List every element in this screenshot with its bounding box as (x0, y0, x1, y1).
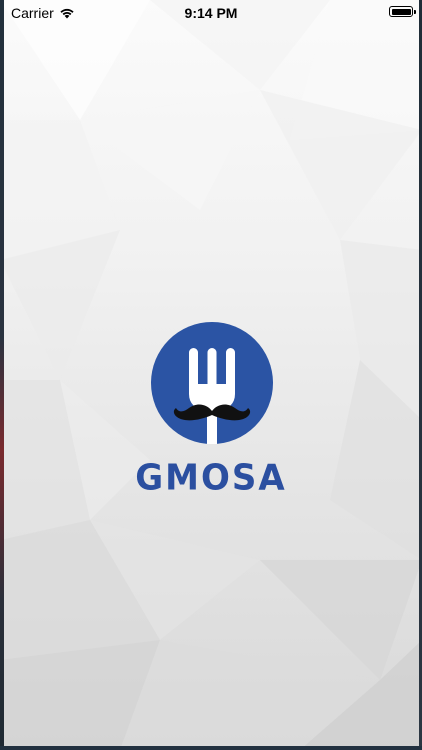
frame-edge-bottom (0, 746, 422, 750)
battery-level-fill (391, 8, 411, 15)
brand-name: GMOSA (135, 457, 287, 499)
fork-mustache-logo-icon (151, 322, 273, 444)
frame-edge-left (0, 0, 4, 750)
status-bar: Carrier 9:14 PM (0, 0, 422, 26)
battery-icon (389, 6, 416, 17)
splash-screen: Carrier 9:14 PM GMOSA (0, 0, 422, 750)
status-time: 9:14 PM (184, 5, 238, 21)
battery-tip (414, 10, 416, 14)
